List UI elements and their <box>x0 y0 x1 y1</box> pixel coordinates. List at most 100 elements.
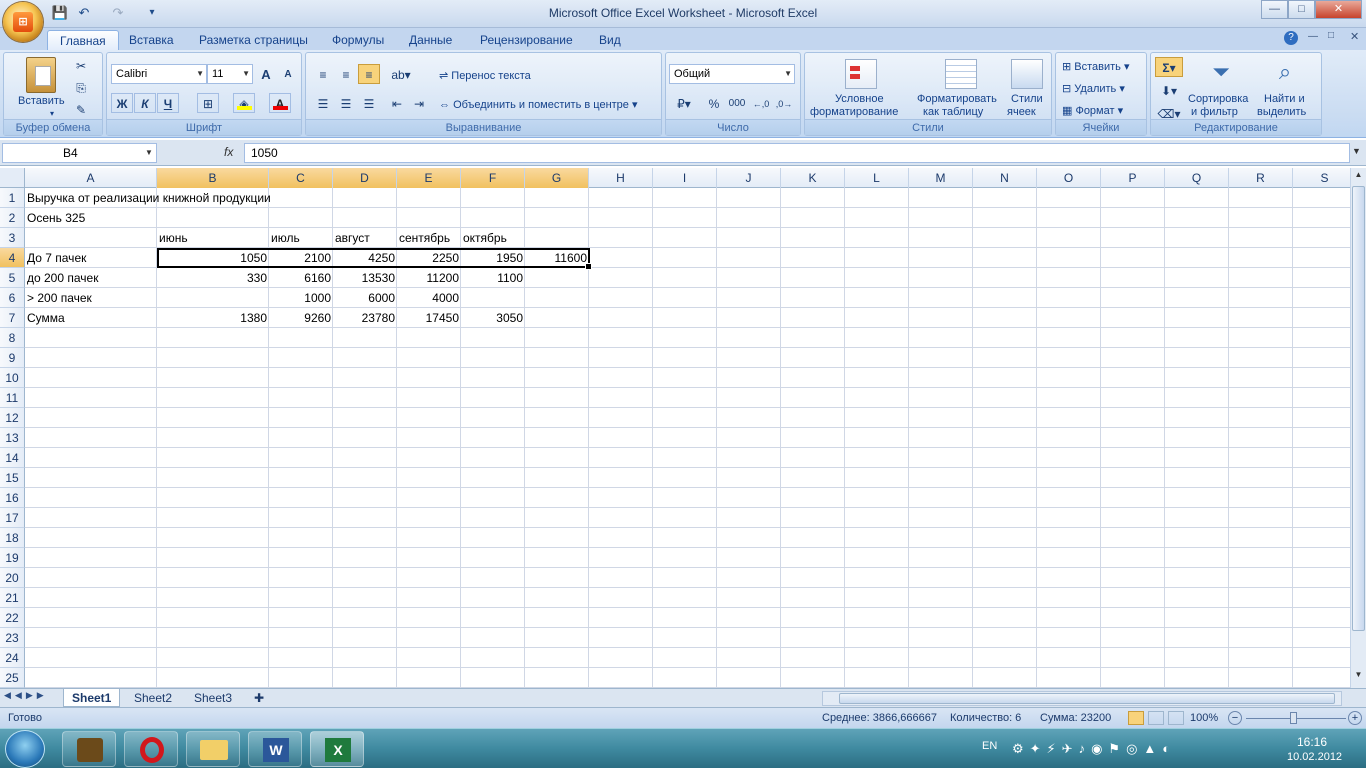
conditional-formatting-icon[interactable] <box>845 59 877 89</box>
grow-font-button[interactable]: A <box>255 64 277 84</box>
cell-c3[interactable]: июль <box>269 228 302 248</box>
clock-time[interactable]: 16:16 <box>1297 735 1327 749</box>
format-table-line1[interactable]: Форматировать <box>917 93 997 105</box>
font-color-button[interactable]: A <box>269 93 291 113</box>
row-header-21[interactable]: 21 <box>0 588 25 608</box>
currency-icon[interactable]: ₽▾ <box>669 93 699 113</box>
start-button[interactable] <box>5 730 45 768</box>
find-select-line2[interactable]: выделить <box>1257 106 1306 118</box>
format-as-table-icon[interactable] <box>945 59 977 89</box>
worksheet-grid[interactable]: ABCDEFGHIJKLMNOPQRS 1 2 3 4 5 6 7 8 9 10 11 12 13 14 1… <box>0 168 1350 688</box>
page-break-view-icon[interactable] <box>1168 711 1184 725</box>
borders-icon[interactable]: ⊞ <box>197 93 219 113</box>
cell-d7[interactable]: 23780 <box>333 308 397 328</box>
copy-icon[interactable]: ⎘ <box>70 77 92 97</box>
find-select-icon[interactable]: ⌕ <box>1269 59 1301 89</box>
merge-center-button[interactable]: ⇔ Объединить и поместить в центре ▾ <box>439 98 638 111</box>
row-header-24[interactable]: 24 <box>0 648 25 668</box>
zoom-level[interactable]: 100% <box>1190 712 1218 724</box>
sheet-tab-2[interactable]: Sheet2 <box>126 689 180 707</box>
zoom-in-icon[interactable]: + <box>1348 711 1362 725</box>
taskbar-app-game[interactable] <box>62 731 116 767</box>
paste-button[interactable]: Вставить <box>18 95 65 107</box>
format-cells-button[interactable]: ▦ Формат ▾ <box>1062 104 1123 117</box>
fill-icon[interactable]: ⬇▾ <box>1155 80 1183 100</box>
cell-e4[interactable]: 2250 <box>397 248 461 268</box>
font-size-select[interactable]: 11 ▼ <box>207 64 253 84</box>
cell-e5[interactable]: 11200 <box>397 268 461 288</box>
tab-page-layout[interactable]: Разметка страницы <box>187 30 320 50</box>
underline-button[interactable]: Ч <box>157 93 179 113</box>
cell-f4[interactable]: 1950 <box>461 248 525 268</box>
cell-e7[interactable]: 17450 <box>397 308 461 328</box>
row-header-9[interactable]: 9 <box>0 348 25 368</box>
orientation-icon[interactable]: ab▾ <box>386 64 416 84</box>
cell-a7[interactable]: Сумма <box>25 308 67 328</box>
row-header-18[interactable]: 18 <box>0 528 25 548</box>
column-header-o[interactable]: O <box>1037 168 1101 188</box>
cell-b4[interactable]: 1050 <box>157 248 269 268</box>
tab-data[interactable]: Данные <box>397 30 464 50</box>
row-header-7[interactable]: 7 <box>0 308 25 328</box>
bold-button[interactable]: Ж <box>111 93 133 113</box>
expand-formula-icon[interactable]: ▼ <box>1352 146 1361 156</box>
cell-f5[interactable]: 1100 <box>461 268 525 288</box>
horizontal-scrollbar[interactable] <box>822 691 1342 706</box>
row-header-13[interactable]: 13 <box>0 428 25 448</box>
cell-a1[interactable]: Выручка от реализации книжной продукции <box>25 188 273 208</box>
column-header-m[interactable]: M <box>909 168 973 188</box>
insert-function-icon[interactable]: fx <box>224 145 233 159</box>
row-header-17[interactable]: 17 <box>0 508 25 528</box>
cell-a4[interactable]: До 7 пачек <box>25 248 88 268</box>
align-center-icon[interactable]: ☰ <box>335 93 357 113</box>
cell-d6[interactable]: 6000 <box>333 288 397 308</box>
cell-d3[interactable]: август <box>333 228 372 248</box>
decrease-indent-icon[interactable]: ⇤ <box>386 93 408 113</box>
cell-styles-line1[interactable]: Стили <box>1011 93 1043 105</box>
cell-e6[interactable]: 4000 <box>397 288 461 308</box>
align-top-icon[interactable]: ≡ <box>312 64 334 84</box>
find-select-line1[interactable]: Найти и <box>1264 93 1305 105</box>
column-header-l[interactable]: L <box>845 168 909 188</box>
cell-a2[interactable]: Осень 325 <box>25 208 87 228</box>
cell-e3[interactable]: сентябрь <box>397 228 452 248</box>
column-header-c[interactable]: C <box>269 168 333 188</box>
cell-c7[interactable]: 9260 <box>269 308 333 328</box>
taskbar-word[interactable]: W <box>248 731 302 767</box>
row-header-23[interactable]: 23 <box>0 628 25 648</box>
column-header-n[interactable]: N <box>973 168 1037 188</box>
column-header-d[interactable]: D <box>333 168 397 188</box>
cell-c6[interactable]: 1000 <box>269 288 333 308</box>
column-header-p[interactable]: P <box>1101 168 1165 188</box>
row-header-6[interactable]: 6 <box>0 288 25 308</box>
cell-a5[interactable]: до 200 пачек <box>25 268 100 288</box>
tab-formulas[interactable]: Формулы <box>320 30 396 50</box>
vertical-scrollbar[interactable]: ▲ ▼ <box>1350 168 1366 688</box>
zoom-out-icon[interactable]: − <box>1228 711 1242 725</box>
row-header-22[interactable]: 22 <box>0 608 25 628</box>
increase-decimal-icon[interactable]: ←,0 <box>750 93 772 113</box>
paste-icon[interactable] <box>26 57 56 93</box>
row-header-15[interactable]: 15 <box>0 468 25 488</box>
conditional-formatting-line2[interactable]: форматирование <box>810 106 898 118</box>
scroll-down-icon[interactable]: ▼ <box>1352 670 1365 684</box>
percent-button[interactable]: % <box>703 93 725 113</box>
font-name-select[interactable]: Calibri ▼ <box>111 64 207 84</box>
cell-d4[interactable]: 4250 <box>333 248 397 268</box>
tab-review[interactable]: Рецензирование <box>468 30 585 50</box>
page-layout-view-icon[interactable] <box>1148 711 1164 725</box>
row-header-2[interactable]: 2 <box>0 208 25 228</box>
cell-styles-icon[interactable] <box>1011 59 1043 89</box>
row-header-8[interactable]: 8 <box>0 328 25 348</box>
tab-home[interactable]: Главная <box>47 30 119 50</box>
cut-icon[interactable]: ✂ <box>70 55 92 75</box>
thousands-button[interactable]: 000 <box>726 93 748 113</box>
zoom-slider-thumb[interactable] <box>1290 712 1297 724</box>
hscroll-thumb[interactable] <box>839 693 1335 704</box>
column-header-r[interactable]: R <box>1229 168 1293 188</box>
column-header-a[interactable]: A <box>25 168 157 188</box>
cell-f3[interactable]: октябрь <box>461 228 509 248</box>
row-header-16[interactable]: 16 <box>0 488 25 508</box>
tab-view[interactable]: Вид <box>587 30 633 50</box>
scroll-up-icon[interactable]: ▲ <box>1352 170 1365 184</box>
